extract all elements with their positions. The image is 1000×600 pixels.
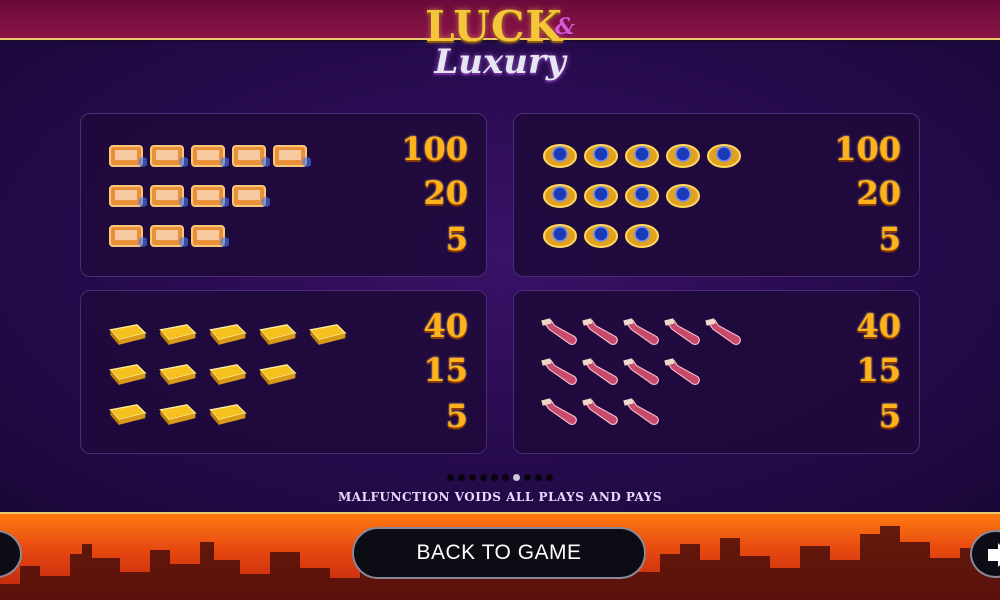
gold-bars-icon [209,364,247,385]
sapphire-ring-icon [543,144,577,168]
payout-3-of-a-kind: 5 [878,220,901,258]
logo-ampersand: & [555,14,575,40]
paytable-panel-ring: 100 20 5 [513,113,920,277]
sapphire-ring-icon [584,224,618,248]
payout-5-of-a-kind: 100 [401,130,468,168]
gold-bars-icon [259,324,297,345]
briefcase-of-cash-icon [191,185,229,207]
briefcase-of-cash-icon [191,225,229,247]
champagne-bottle-icon [582,318,618,345]
briefcase-of-cash-icon [150,185,188,207]
paytable-panel-gold-bars: 40 15 5 [80,290,487,454]
champagne-bottle-icon [541,398,577,425]
page-dot[interactable] [447,474,454,481]
champagne-bottle-icon [623,318,659,345]
gold-bars-icon [259,364,297,385]
sapphire-ring-icon [625,184,659,208]
logo-word-luxury: Luxury [434,42,566,82]
briefcase-of-cash-icon [109,185,147,207]
sapphire-ring-icon [625,224,659,248]
sapphire-ring-icon [543,224,577,248]
payout-4-of-a-kind: 15 [423,351,468,389]
back-to-game-button[interactable]: BACK TO GAME [352,527,646,579]
champagne-bottle-icon [664,318,700,345]
gold-bars-icon [209,404,247,425]
page-dot[interactable] [502,474,509,481]
sapphire-ring-icon [543,184,577,208]
gold-bars-icon [159,404,197,425]
page-dot[interactable] [524,474,531,481]
sapphire-ring-icon [707,144,741,168]
arrow-right-icon [988,543,1000,567]
champagne-bottle-icon [623,358,659,385]
champagne-bottle-icon [664,358,700,385]
briefcase-of-cash-icon [109,145,147,167]
gold-bars-icon [159,364,197,385]
briefcase-of-cash-icon [273,145,311,167]
briefcase-of-cash-icon [232,185,270,207]
gold-bars-icon [109,324,147,345]
gold-bars-icon [209,324,247,345]
sapphire-ring-icon [584,184,618,208]
sapphire-ring-icon [666,184,700,208]
champagne-bottle-icon [582,398,618,425]
page-indicator [0,467,1000,481]
payout-3-of-a-kind: 5 [445,397,468,435]
briefcase-of-cash-icon [109,225,147,247]
champagne-bottle-icon [541,358,577,385]
sapphire-ring-icon [666,144,700,168]
payout-4-of-a-kind: 20 [423,174,468,212]
payout-5-of-a-kind: 40 [423,307,468,345]
gold-bars-icon [309,324,347,345]
payout-4-of-a-kind: 15 [856,351,901,389]
gold-bars-icon [159,324,197,345]
payout-3-of-a-kind: 5 [445,220,468,258]
payout-4-of-a-kind: 20 [856,174,901,212]
page-dot[interactable] [546,474,553,481]
champagne-bottle-icon [623,398,659,425]
page-dot[interactable] [458,474,465,481]
page-dot[interactable] [480,474,487,481]
payout-3-of-a-kind: 5 [878,397,901,435]
champagne-bottle-icon [541,318,577,345]
briefcase-of-cash-icon [150,225,188,247]
briefcase-of-cash-icon [191,145,229,167]
sapphire-ring-icon [625,144,659,168]
paytable-panel-briefcase: 100 20 5 [80,113,487,277]
page-dot[interactable] [535,474,542,481]
game-logo: LUCK & Luxury [405,0,595,100]
page-dot[interactable] [469,474,476,481]
page-dot[interactable] [491,474,498,481]
payout-5-of-a-kind: 40 [856,307,901,345]
gold-bars-icon [109,404,147,425]
champagne-bottle-icon [582,358,618,385]
sapphire-ring-icon [584,144,618,168]
gold-bars-icon [109,364,147,385]
paytable-panel-champagne: 40 15 5 [513,290,920,454]
briefcase-of-cash-icon [150,145,188,167]
malfunction-disclaimer: MALFUNCTION VOIDS ALL PLAYS AND PAYS [338,490,662,504]
champagne-bottle-icon [705,318,741,345]
payout-5-of-a-kind: 100 [834,130,901,168]
briefcase-of-cash-icon [232,145,270,167]
page-dot[interactable] [513,474,520,481]
